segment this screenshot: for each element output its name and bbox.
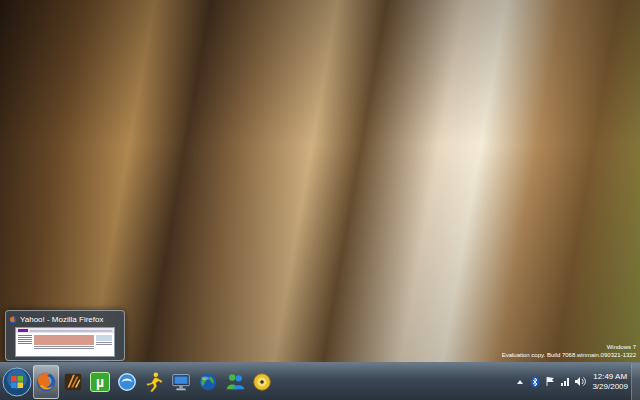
flag-icon[interactable]: [544, 375, 556, 389]
show-desktop-button[interactable]: [631, 363, 640, 400]
watermark-title: Windows 7: [607, 344, 636, 352]
thumbnail-title-bar: Yahoo! - Mozilla Firefox: [9, 314, 121, 325]
arrow-icon[interactable]: [514, 375, 526, 389]
taskbar: µ 12:49 AM3/29/2009: [0, 362, 640, 400]
clock-time: 12:49 AM: [593, 372, 627, 381]
globe-icon: [197, 371, 219, 393]
network-icon[interactable]: [559, 375, 571, 389]
clock-date: 3/29/2009: [592, 382, 628, 391]
taskbar-button[interactable]: [222, 365, 248, 399]
taskbar-button[interactable]: [168, 365, 194, 399]
utorrent-icon: µ: [90, 372, 110, 392]
taskbar-button[interactable]: [60, 365, 86, 399]
volume-icon[interactable]: [574, 375, 586, 389]
notification-area: [514, 363, 589, 400]
taskbar-button[interactable]: [195, 365, 221, 399]
desktop-wallpaper: Windows 7Evaluation copy. Build 7068.win…: [0, 0, 640, 362]
monitor-icon: [170, 371, 192, 393]
thumbnail-title: Yahoo! - Mozilla Firefox: [20, 315, 103, 325]
messenger-icon: [224, 371, 246, 393]
taskbar-button[interactable]: [141, 365, 167, 399]
taskbar-button[interactable]: [33, 365, 59, 399]
firefox-icon: [35, 371, 57, 393]
firefox-icon: [9, 316, 17, 324]
thumbnail-preview: [15, 327, 115, 357]
utorrent-logo: µ: [90, 372, 110, 392]
taskbar-button[interactable]: [114, 365, 140, 399]
taskbar-button[interactable]: µ: [87, 365, 113, 399]
aim-icon: [143, 371, 165, 393]
taskbar-items: µ: [33, 363, 275, 400]
window-thumbnail[interactable]: Yahoo! - Mozilla Firefox: [5, 310, 125, 361]
winamp-icon: [62, 371, 84, 393]
windows-logo-icon: [2, 367, 32, 397]
start-button[interactable]: [2, 367, 32, 397]
disc-icon: [251, 371, 273, 393]
bluetooth-icon[interactable]: [529, 375, 541, 389]
watermark-build: Evaluation copy. Build 7068.winmain.0903…: [502, 352, 636, 360]
clock[interactable]: 12:49 AM3/29/2009: [589, 372, 631, 390]
taskbar-button[interactable]: [249, 365, 275, 399]
watermark: Windows 7Evaluation copy. Build 7068.win…: [502, 344, 636, 359]
orb-icon: [116, 371, 138, 393]
